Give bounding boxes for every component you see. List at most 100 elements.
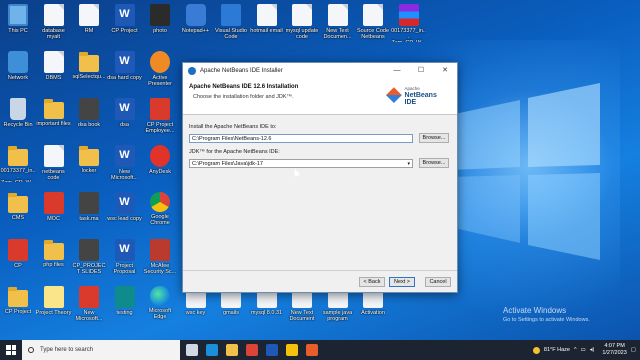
taskbar-search-box[interactable]: Type here to search [22, 340, 180, 360]
desktop-icon[interactable]: CMS [0, 192, 36, 238]
desktop-icon-label: New Text Documen... [323, 28, 352, 40]
desktop-icon[interactable]: CP_PROJECT SLIDES [71, 239, 107, 285]
desktop-icon[interactable]: sqlSelectqu... [71, 51, 107, 97]
chrome-taskbar-icon[interactable] [246, 344, 258, 356]
desktop-icon[interactable]: Visual Studio Code [213, 4, 249, 50]
desktop-icon[interactable]: Source Code Netbeans [355, 4, 391, 50]
folder-icon [79, 52, 99, 72]
desktop-icon-label: New Microsoft... [75, 310, 103, 322]
desktop-icon[interactable]: Recycle Bin [0, 98, 36, 144]
desktop-icon[interactable]: wsc lead copy [107, 192, 143, 238]
desktop-icon[interactable]: important files [36, 98, 72, 144]
desktop-icon[interactable]: Notepad++ [178, 4, 214, 50]
desktop-icon[interactable]: dsa book [71, 98, 107, 144]
desktop-icon[interactable]: Google Chrome [142, 192, 178, 238]
install-folder-browse-button[interactable]: Browse... [419, 133, 449, 143]
recycle-icon [10, 98, 26, 120]
word-taskbar-icon[interactable] [266, 344, 278, 356]
desktop-icon[interactable]: 00173377_in... Zam_CP_W... [0, 145, 36, 191]
desktop-icon[interactable]: 00173377_in... Zam_CP_W... [391, 4, 427, 50]
desktop-icon[interactable]: Microsoft Edge [142, 286, 178, 332]
activation-title: Activate Windows [503, 306, 567, 315]
system-tray: 81°F Haze ^ ▭ ◂) 4:07 PM 1/27/2023 ▢ [532, 343, 640, 357]
weather-icon[interactable] [532, 346, 540, 354]
desktop-icon[interactable]: hotmail email [249, 4, 285, 50]
desktop-icon[interactable]: photo [142, 4, 178, 50]
notification-icon[interactable]: ▢ [631, 347, 636, 353]
word-icon [114, 4, 135, 26]
taskbar-clock[interactable]: 4:07 PM 1/27/2023 [602, 343, 626, 357]
word-icon [114, 239, 135, 261]
netbeans-taskbar-icon[interactable] [306, 344, 318, 356]
desktop-icon[interactable]: dsa [107, 98, 143, 144]
window-title: Apache NetBeans IDE Installer [200, 68, 283, 74]
network-icon[interactable]: ▭ [581, 347, 586, 353]
desktop-icon-label: sample java program [322, 310, 353, 322]
desktop-icon[interactable]: CP Project Employee... [142, 98, 178, 144]
installer-app-icon [188, 67, 196, 75]
task-view-icon[interactable] [186, 344, 198, 356]
desktop-icon[interactable]: dsa hard copy [107, 51, 143, 97]
doc-icon [256, 4, 277, 26]
desktop-icon[interactable]: task.ma [71, 192, 107, 238]
next-button[interactable]: Next > [389, 276, 415, 287]
desktop-icon[interactable]: CP Project [107, 4, 143, 50]
pdf-icon [8, 239, 28, 261]
desktop-icon[interactable]: database myalt [36, 4, 72, 50]
dark-icon [79, 98, 99, 120]
doc-icon [363, 4, 383, 26]
desktop-icon[interactable]: RM [71, 4, 107, 50]
desktop-icon[interactable]: php files [36, 239, 72, 285]
desktop-icon[interactable]: CP [0, 239, 36, 285]
jdk-browse-button[interactable]: Browse... [419, 158, 449, 168]
desktop-icon[interactable]: testing [107, 286, 143, 332]
doc-icon [327, 4, 348, 26]
desktop-icon[interactable]: New Text Documen... [320, 4, 356, 50]
desktop-icon-label: Network [7, 75, 29, 81]
taskbar: Type here to search 81°F Haze ^ ▭ ◂) 4:0… [0, 340, 640, 360]
desktop-icon-label: CP Project Employee... [145, 122, 175, 134]
desktop-icon-label: sqlSelectqu... [72, 74, 106, 80]
desktop-icon[interactable]: mysql update code [284, 4, 320, 50]
desktop-icon-label: php files [43, 262, 64, 268]
volume-icon[interactable]: ◂) [590, 347, 595, 353]
desktop-icon-label: locker [81, 168, 97, 174]
desktop-icon[interactable]: Network [0, 51, 36, 97]
desktop-icon[interactable]: DBMS [36, 51, 72, 97]
desktop-icon-label: DBMS [45, 75, 62, 81]
desktop-icon[interactable]: New Microsoft... [71, 286, 107, 332]
tray-chevron-icon[interactable]: ^ [574, 347, 577, 353]
installer-titlebar[interactable]: Apache NetBeans IDE Installer — ☐ ✕ [183, 63, 457, 79]
word-icon [114, 98, 135, 120]
desktop-icon[interactable]: Active Presenter [142, 51, 178, 97]
desktop-icon[interactable]: McAfee Security Sc... [142, 239, 178, 285]
minimize-button[interactable]: — [385, 63, 409, 79]
desktop-icon[interactable]: MOC [36, 192, 72, 238]
maximize-button[interactable]: ☐ [409, 63, 433, 79]
desktop-icon[interactable]: netbeans code [36, 145, 72, 191]
back-button[interactable]: < Back [359, 276, 385, 287]
install-folder-input[interactable]: C:\Program Files\NetBeans-12.6 [189, 133, 413, 143]
weather-text[interactable]: 81°F Haze [544, 347, 570, 353]
desktop-icon[interactable]: CP Project [0, 286, 36, 332]
desktop-icon-label: database myalt [42, 28, 65, 40]
desktop-icon[interactable]: AnyDesk [142, 145, 178, 191]
start-button[interactable] [0, 340, 22, 360]
photo-icon [150, 4, 170, 26]
desktop-icon[interactable]: Project Proposal [107, 239, 143, 285]
file-explorer-icon[interactable] [226, 344, 238, 356]
search-placeholder: Type here to search [40, 347, 94, 353]
desktop-icon[interactable]: This PC [0, 4, 36, 50]
chrome-alt-taskbar-icon[interactable] [286, 344, 298, 356]
desktop-icon[interactable]: New Microsoft... [107, 145, 143, 191]
edge-taskbar-icon[interactable] [206, 344, 218, 356]
desktop-icon[interactable]: Project Theory [36, 286, 72, 332]
yellowdoc-icon [43, 286, 64, 308]
cancel-button[interactable]: Cancel [425, 276, 451, 287]
close-button[interactable]: ✕ [433, 63, 457, 79]
desktop-icon[interactable]: locker [71, 145, 107, 191]
pdf-icon [43, 192, 64, 214]
install-folder-label: Install the Apache NetBeans IDE to: [189, 124, 277, 130]
jdk-select[interactable]: C:\Program Files\Java\jdk-17 ▾ [189, 158, 413, 168]
orange-icon [150, 51, 170, 73]
